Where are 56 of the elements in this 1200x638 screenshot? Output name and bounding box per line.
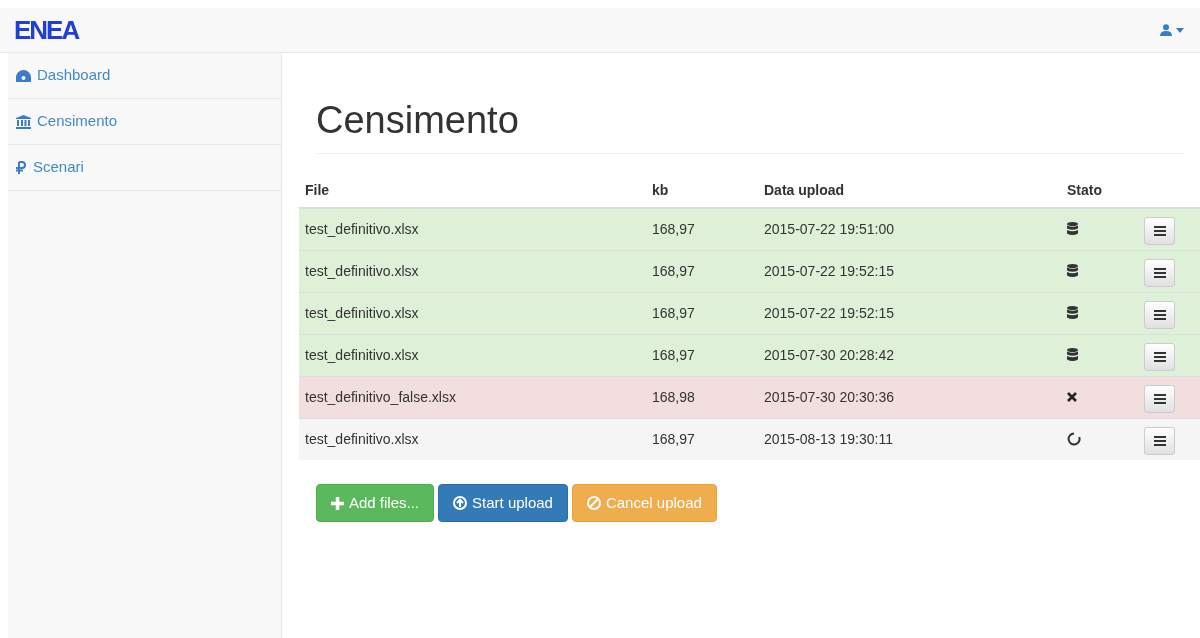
sidebar-item[interactable]: Censimento	[8, 99, 281, 145]
gauge-icon	[16, 69, 31, 82]
menu-icon	[1153, 435, 1166, 446]
menu-icon	[1153, 267, 1166, 278]
table-cell: 168,98	[652, 388, 695, 405]
column-header: Stato	[1067, 182, 1102, 198]
menu-button[interactable]	[1144, 342, 1175, 371]
table-cell: 168,97	[652, 346, 695, 363]
page-title: Censimento	[316, 98, 520, 143]
table-cell: 2015-07-30 20:30:36	[764, 388, 894, 405]
menu-icon	[1153, 309, 1166, 320]
table-cell: 2015-07-30 20:28:42	[764, 346, 894, 363]
column-header: Data upload	[764, 182, 845, 198]
database-icon	[1067, 306, 1078, 320]
ruble-icon	[16, 161, 27, 174]
table-cell: 168,97	[652, 262, 695, 279]
table-cell: test_definitivo.xlsx	[305, 220, 419, 237]
table-cell: 168,97	[652, 220, 695, 237]
database-icon	[1067, 264, 1078, 278]
menu-icon	[1153, 393, 1166, 404]
menu-button[interactable]	[1144, 426, 1175, 455]
menu-icon	[1153, 225, 1166, 236]
ban-icon	[586, 496, 601, 510]
cancel-upload-button[interactable]: Cancel upload	[571, 484, 717, 522]
menu-button[interactable]	[1144, 216, 1175, 245]
database-icon	[1067, 222, 1078, 237]
bank-icon	[16, 114, 31, 129]
table-cell: test_definitivo.xlsx	[305, 430, 419, 447]
table-cell: 2015-08-13 19:30:11	[764, 430, 893, 447]
table-cell: 168,97	[652, 304, 695, 321]
menu-button[interactable]	[1144, 300, 1175, 329]
table-cell: 2015-07-22 19:52:15	[764, 304, 894, 321]
menu-button[interactable]	[1144, 258, 1175, 287]
plus-icon	[331, 496, 344, 510]
table-cell: 168,97	[652, 430, 695, 447]
table-cell: test_definitivo.xlsx	[305, 304, 419, 321]
spinner-icon	[1067, 432, 1081, 447]
table-cell: test_definitivo.xlsx	[305, 346, 419, 363]
table-cell: test_definitivo_false.xlsx	[305, 388, 456, 405]
menu-icon	[1153, 351, 1166, 362]
table-cell: 2015-07-22 19:52:15	[764, 262, 894, 279]
sidebar-item[interactable]: Scenari	[8, 145, 281, 191]
database-icon	[1067, 348, 1078, 362]
caret-icon[interactable]	[1176, 27, 1184, 33]
menu-button[interactable]	[1144, 384, 1175, 413]
upload-icon	[453, 496, 468, 510]
user-icon[interactable]	[1160, 24, 1172, 36]
column-header: kb	[652, 182, 669, 198]
start-upload-button[interactable]: Start upload	[438, 484, 568, 522]
table-cell: test_definitivo.xlsx	[305, 262, 419, 279]
add-files-button[interactable]: Add files...	[316, 484, 435, 522]
table-cell: 2015-07-22 19:51:00	[764, 220, 894, 237]
close-icon	[1067, 392, 1077, 402]
sidebar-item[interactable]: Dashboard	[8, 53, 281, 99]
column-header: File	[305, 182, 330, 198]
logo[interactable]: ENEA	[14, 17, 79, 43]
